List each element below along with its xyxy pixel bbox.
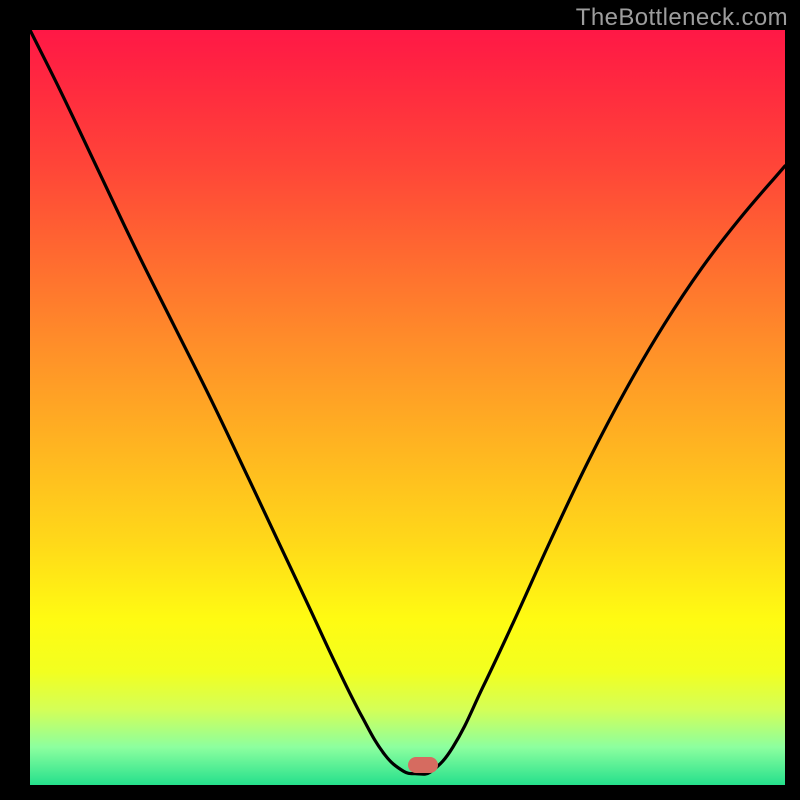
minimum-marker bbox=[408, 757, 438, 773]
plot-area bbox=[30, 30, 785, 785]
watermark-text: TheBottleneck.com bbox=[576, 4, 788, 32]
bottleneck-curve bbox=[30, 30, 785, 785]
chart-frame: TheBottleneck.com bbox=[0, 0, 800, 800]
